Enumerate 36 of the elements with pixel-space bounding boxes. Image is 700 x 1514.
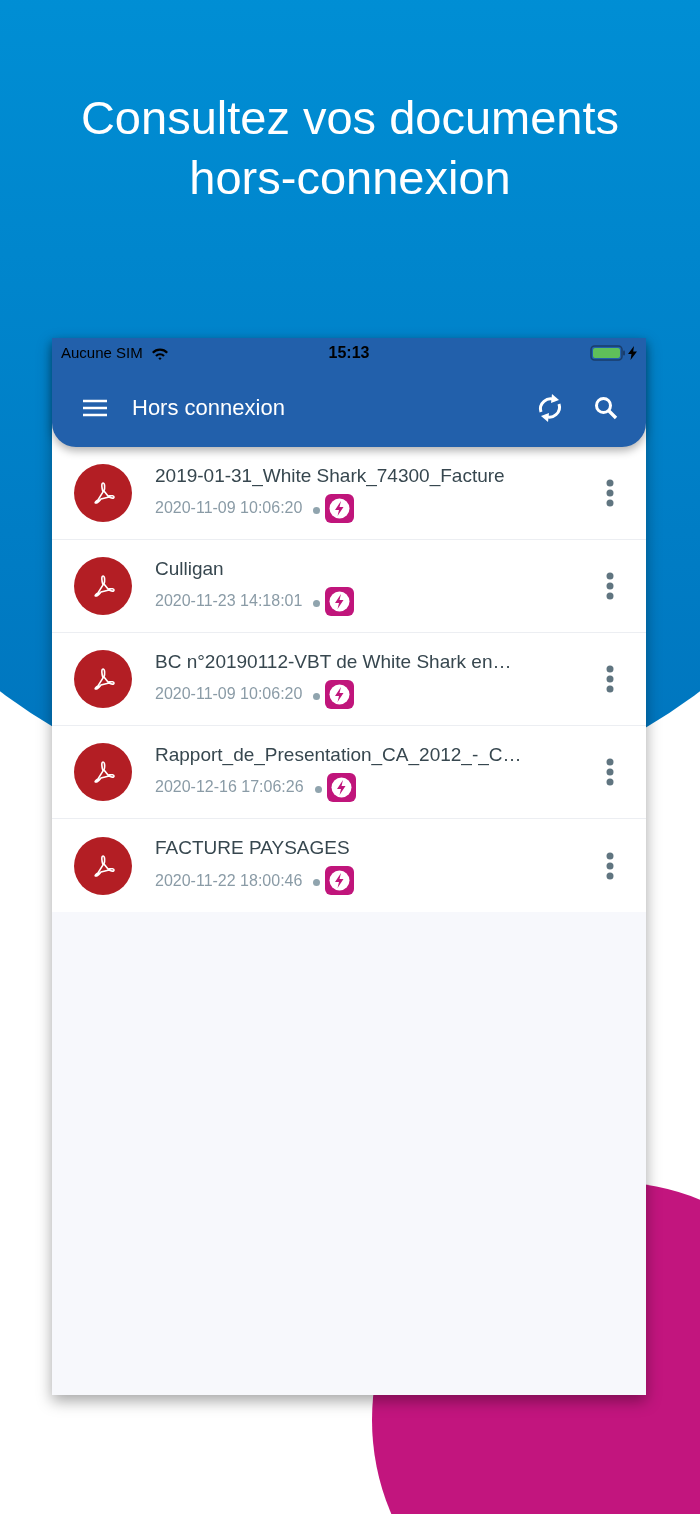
document-date: 2020-12-16 17:06:26 [155, 777, 304, 797]
lightning-icon [325, 493, 355, 523]
document-title: BC n°20190112-VBT de White Shark en… [155, 649, 512, 674]
more-options-icon[interactable] [606, 758, 614, 786]
document-date: 2020-11-09 10:06:20 [155, 498, 303, 518]
document-title: FACTURE PAYSAGES [155, 836, 351, 860]
search-icon[interactable] [594, 395, 618, 420]
lightning-icon [325, 586, 355, 616]
charging-icon [628, 346, 637, 360]
headline-text: hors-connexion [189, 150, 511, 206]
document-date: 2020-11-22 18:00:46 [155, 870, 303, 891]
document-date: 2020-11-23 14:18:01 [155, 591, 303, 611]
wifi-icon [150, 346, 169, 360]
battery-icon [590, 345, 626, 361]
lightning-icon [325, 866, 355, 895]
pdf-file-icon [74, 836, 132, 895]
carrier-label: Aucune SIM [61, 342, 143, 363]
more-options-icon[interactable] [606, 572, 614, 600]
headline-text: Consultez vos documents [80, 90, 620, 146]
lightning-icon [325, 679, 355, 709]
pdf-file-icon [74, 650, 132, 708]
more-options-icon[interactable] [606, 665, 614, 693]
document-title: Rapport_de_Presentation_CA_2012_-_C… [155, 742, 522, 767]
lightning-icon [326, 772, 356, 802]
document-title: Culligan [155, 556, 225, 581]
clock-label: 15:13 [328, 343, 370, 363]
sync-icon[interactable] [536, 391, 564, 424]
pdf-file-icon [74, 743, 132, 801]
more-options-icon[interactable] [606, 479, 614, 507]
more-options-icon[interactable] [606, 851, 614, 880]
pdf-file-icon [74, 464, 132, 522]
pdf-file-icon [74, 557, 132, 615]
screen-title: Hors connexion [132, 394, 285, 422]
document-date: 2020-11-09 10:06:20 [155, 684, 303, 704]
menu-icon[interactable] [82, 397, 108, 418]
document-title: 2019-01-31_White Shark_74300_Facture [155, 463, 505, 488]
